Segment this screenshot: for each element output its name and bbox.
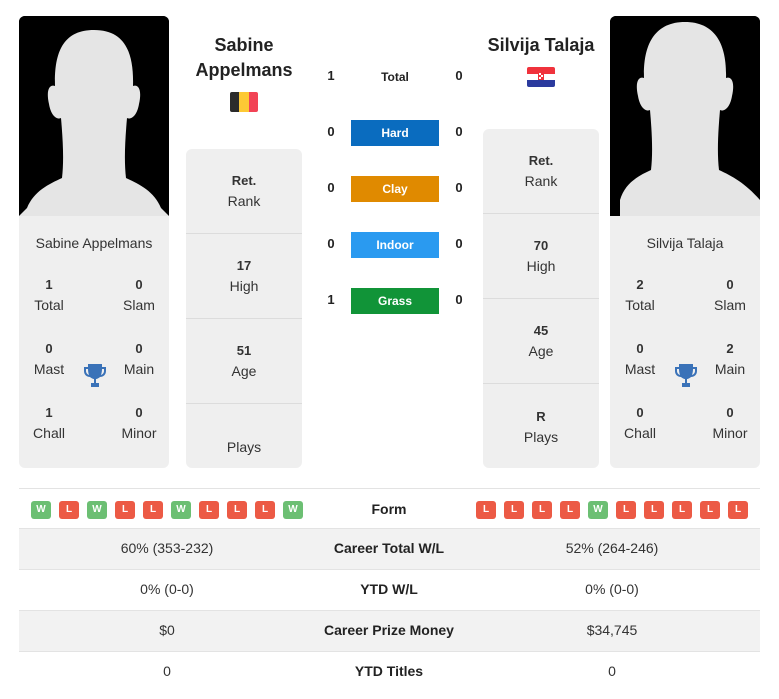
- h2h-total-label: Total: [381, 70, 409, 84]
- left-titles-main: 0 Main: [123, 341, 155, 377]
- right-titles-mast: 0 Mast: [624, 341, 656, 377]
- form-win-badge[interactable]: W: [588, 501, 608, 519]
- left-player-card: Sabine Appelmans 1 Total 0 Slam 0 Mast 0…: [19, 16, 169, 468]
- form-loss-badge[interactable]: L: [227, 501, 247, 519]
- croatia-flag-icon: [527, 67, 555, 87]
- form-loss-badge[interactable]: L: [115, 501, 135, 519]
- right-info-age: 45 Age: [483, 299, 599, 384]
- right-titles-chall: 0 Chall: [624, 405, 656, 441]
- surface-clay-button[interactable]: Clay: [351, 176, 439, 202]
- surface-indoor-button[interactable]: Indoor: [351, 232, 439, 258]
- stat-row-career-wl: 60% (353-232) Career Total W/L 52% (264-…: [19, 529, 760, 570]
- surface-hard-button[interactable]: Hard: [351, 120, 439, 146]
- left-player-header[interactable]: Sabine Appelmans: [183, 33, 305, 83]
- left-form-badges: WLWLLWLLLW: [31, 501, 303, 519]
- right-player-header[interactable]: Silvija Talaja: [478, 33, 604, 58]
- form-loss-badge[interactable]: L: [143, 501, 163, 519]
- form-loss-badge[interactable]: L: [255, 501, 275, 519]
- form-loss-badge[interactable]: L: [644, 501, 664, 519]
- trophy-icon: [675, 364, 697, 387]
- right-player-photo: [610, 16, 760, 216]
- left-player-name[interactable]: Sabine Appelmans: [19, 235, 169, 251]
- stat-row-ytd-titles: 0 YTD Titles 0: [163, 663, 616, 679]
- right-info-high: 70 High: [483, 214, 599, 299]
- trophy-icon: [84, 364, 106, 387]
- player-silhouette-icon: [610, 16, 760, 216]
- left-titles-total: 1 Total: [34, 277, 64, 313]
- right-titles-total: 2 Total: [625, 277, 655, 313]
- form-loss-badge[interactable]: L: [532, 501, 552, 519]
- right-info-panel: Ret. Rank 70 High 45 Age R Plays: [483, 129, 599, 468]
- form-win-badge[interactable]: W: [87, 501, 107, 519]
- player-silhouette-icon: [19, 16, 169, 216]
- left-info-plays: Plays: [226, 438, 262, 455]
- right-titles-main: 2 Main: [714, 341, 746, 377]
- right-info-rank: Ret. Rank: [483, 129, 599, 214]
- h2h-indoor-row: 0 Indoor 0: [320, 232, 470, 258]
- form-loss-badge[interactable]: L: [672, 501, 692, 519]
- form-win-badge[interactable]: W: [31, 501, 51, 519]
- right-player-name[interactable]: Silvija Talaja: [610, 235, 760, 251]
- form-win-badge[interactable]: W: [283, 501, 303, 519]
- stat-row-prize-money: $0 Career Prize Money $34,745: [19, 611, 760, 652]
- surface-grass-button[interactable]: Grass: [351, 288, 439, 314]
- form-loss-badge[interactable]: L: [700, 501, 720, 519]
- left-player-photo: [19, 16, 169, 216]
- left-titles-slam: 0 Slam: [123, 277, 155, 313]
- form-loss-badge[interactable]: L: [728, 501, 748, 519]
- form-loss-badge[interactable]: L: [616, 501, 636, 519]
- right-titles-slam: 0 Slam: [714, 277, 746, 313]
- left-titles-minor: 0 Minor: [121, 405, 157, 441]
- left-info-rank: Ret. Rank: [186, 149, 302, 234]
- h2h-clay-row: 0 Clay 0: [320, 176, 470, 202]
- right-info-plays: R Plays: [523, 408, 559, 445]
- form-loss-badge[interactable]: L: [504, 501, 524, 519]
- left-info-age: 51 Age: [186, 319, 302, 404]
- form-loss-badge[interactable]: L: [476, 501, 496, 519]
- left-titles-grid: 1 Total 0 Slam 0 Mast 0 Main 1 Chall 0 M…: [19, 271, 169, 468]
- form-loss-badge[interactable]: L: [199, 501, 219, 519]
- h2h-total-row: 1 Total 0: [320, 64, 470, 90]
- left-info-panel: Ret. Rank 17 High 51 Age Plays: [186, 149, 302, 468]
- right-form-badges: LLLLWLLLLL: [476, 501, 748, 519]
- belgium-flag-icon: [230, 92, 258, 112]
- left-titles-mast: 0 Mast: [33, 341, 65, 377]
- left-titles-chall: 1 Chall: [33, 405, 65, 441]
- right-player-card: Silvija Talaja 2 Total 0 Slam 0 Mast 2 M…: [610, 16, 760, 468]
- form-row: WLWLLWLLLW Form LLLLWLLLLL: [19, 488, 760, 529]
- form-label: Form: [371, 501, 407, 517]
- h2h-hard-row: 0 Hard 0: [320, 120, 470, 146]
- right-titles-grid: 2 Total 0 Slam 0 Mast 2 Main 0 Chall 0 M…: [610, 271, 760, 468]
- form-loss-badge[interactable]: L: [560, 501, 580, 519]
- left-info-high: 17 High: [186, 234, 302, 319]
- form-loss-badge[interactable]: L: [59, 501, 79, 519]
- stat-row-ytd-wl: 0% (0-0) YTD W/L 0% (0-0): [19, 570, 760, 611]
- form-win-badge[interactable]: W: [171, 501, 191, 519]
- right-titles-minor: 0 Minor: [712, 405, 748, 441]
- h2h-grass-row: 1 Grass 0: [320, 288, 470, 314]
